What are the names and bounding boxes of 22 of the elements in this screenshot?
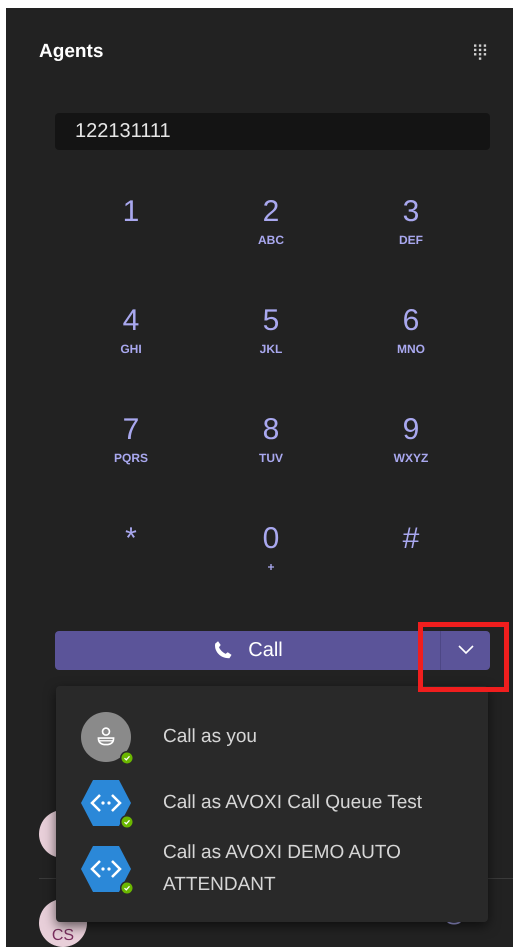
dialpad-icon[interactable]	[474, 44, 487, 60]
chevron-down-icon	[458, 645, 474, 656]
dialpad-key[interactable]: 3 DEF	[341, 190, 481, 299]
bot-hexagon-icon	[81, 846, 131, 892]
phone-number-field[interactable]: 122131111	[55, 112, 490, 150]
dialpad-key[interactable]: 2 ABC	[201, 190, 341, 299]
dialpad-key[interactable]: #	[341, 516, 481, 626]
bot-hexagon-icon	[81, 780, 131, 826]
menu-item[interactable]: Call as AVOXI DEMO AUTO ATTENDANT	[56, 836, 488, 902]
dialpad-key[interactable]: 0 +	[201, 516, 341, 626]
menu-item[interactable]: Call as you	[56, 704, 488, 770]
person-avatar-icon	[81, 712, 131, 762]
panel-title: Agents	[39, 40, 104, 64]
dialpad-key[interactable]: 5 JKL	[201, 298, 341, 408]
dialpad-key[interactable]: 6 MNO	[341, 298, 481, 408]
dialpad-key[interactable]: 1	[61, 190, 201, 299]
menu-item[interactable]: Call as AVOXI Call Queue Test	[56, 770, 488, 836]
dialpad-key[interactable]: 4 GHI	[61, 298, 201, 408]
dialpad-key[interactable]: 9 WXYZ	[341, 408, 481, 517]
dialpad-key[interactable]: 7 PQRS	[61, 408, 201, 517]
dialpad-key[interactable]: *	[61, 516, 201, 626]
dialpad-key[interactable]: 8 TUV	[201, 408, 341, 517]
